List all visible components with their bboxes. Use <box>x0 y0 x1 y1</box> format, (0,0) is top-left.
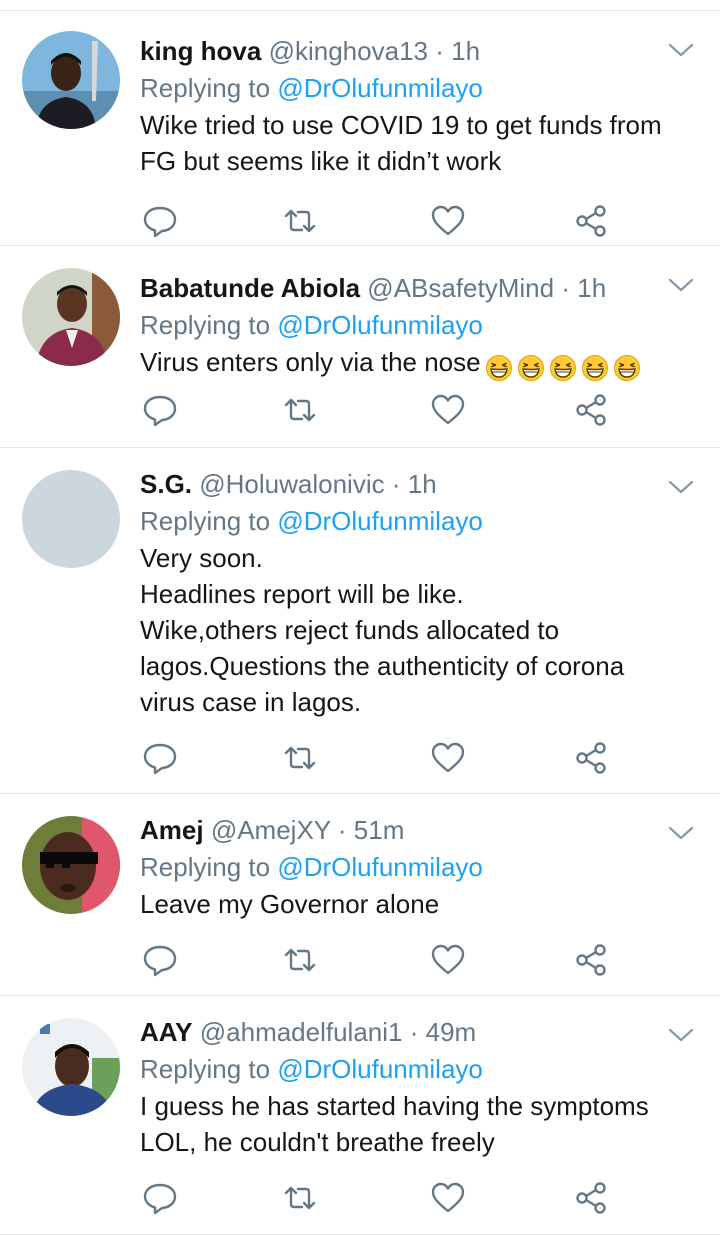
grinning-squinting-face-icon <box>581 355 608 382</box>
username[interactable]: @AmejXY <box>211 815 331 845</box>
retweet-icon[interactable] <box>282 1180 318 1216</box>
username[interactable]: @ahmadelfulani1 <box>200 1017 403 1047</box>
replying-to-label: Replying to <box>140 1054 271 1084</box>
tweet-text: Wike tried to use COVID 19 to get funds … <box>140 110 662 176</box>
replying-to-link[interactable]: @DrOlufunmilayo <box>277 506 483 536</box>
replying-to-label: Replying to <box>140 73 271 103</box>
tweet-actions <box>140 203 610 239</box>
share-icon[interactable] <box>574 1180 610 1216</box>
heart-icon[interactable] <box>430 1180 466 1216</box>
emoji-row <box>481 348 641 384</box>
reply-icon[interactable] <box>142 740 178 776</box>
grinning-squinting-face-icon <box>517 355 544 382</box>
reply-feed: king hova @kinghova13 · 1h Replying to @… <box>0 0 720 1235</box>
tweet-header: Amej @AmejXY · 51m <box>140 812 680 848</box>
tweet-actions <box>140 392 610 428</box>
retweet-icon[interactable] <box>282 942 318 978</box>
tweet-actions <box>140 942 610 978</box>
avatar[interactable] <box>22 816 120 914</box>
timestamp[interactable]: 49m <box>426 1017 477 1047</box>
tweet-header: king hova @kinghova13 · 1h <box>140 33 680 69</box>
share-icon[interactable] <box>574 740 610 776</box>
tweet-header: S.G. @Holuwalonivic · 1h <box>140 466 680 502</box>
separator-dot: · <box>391 469 401 499</box>
tweet-text: Very soon. Headlines report will be like… <box>140 543 625 717</box>
tweet[interactable]: Amej @AmejXY · 51m Replying to @DrOlufun… <box>0 794 720 996</box>
replying-to-label: Replying to <box>140 310 271 340</box>
separator-dot: · <box>561 273 571 303</box>
replying-to-line: Replying to @DrOlufunmilayo <box>140 502 680 540</box>
tweet-header: AAY @ahmadelfulani1 · 49m <box>140 1014 680 1050</box>
heart-icon[interactable] <box>430 203 466 239</box>
display-name[interactable]: Amej <box>140 815 204 845</box>
tweet-text-body: Virus enters only via the nose <box>140 347 481 377</box>
tweet-actions <box>140 1180 610 1216</box>
replying-to-line: Replying to @DrOlufunmilayo <box>140 306 680 344</box>
share-icon[interactable] <box>574 392 610 428</box>
share-icon[interactable] <box>574 942 610 978</box>
replying-to-line: Replying to @DrOlufunmilayo <box>140 1050 680 1088</box>
display-name[interactable]: S.G. <box>140 469 192 499</box>
grinning-squinting-face-icon <box>485 355 512 382</box>
retweet-icon[interactable] <box>282 392 318 428</box>
timestamp[interactable]: 1h <box>408 469 437 499</box>
avatar[interactable] <box>22 1018 120 1116</box>
separator-dot: · <box>435 36 444 66</box>
share-icon[interactable] <box>574 203 610 239</box>
display-name[interactable]: Babatunde Abiola <box>140 273 360 303</box>
replying-to-line: Replying to @DrOlufunmilayo <box>140 848 680 886</box>
timestamp[interactable]: 51m <box>354 815 405 845</box>
display-name[interactable]: king hova <box>140 36 261 66</box>
replying-to-label: Replying to <box>140 506 271 536</box>
replying-to-label: Replying to <box>140 852 271 882</box>
top-divider <box>0 0 720 11</box>
retweet-icon[interactable] <box>282 740 318 776</box>
tweet[interactable]: AAY @ahmadelfulani1 · 49m Replying to @D… <box>0 996 720 1235</box>
heart-icon[interactable] <box>430 392 466 428</box>
replying-to-link[interactable]: @DrOlufunmilayo <box>277 852 483 882</box>
tweet-text: Leave my Governor alone <box>140 889 440 919</box>
replying-to-link[interactable]: @DrOlufunmilayo <box>277 1054 483 1084</box>
username[interactable]: @ABsafetyMind <box>367 273 554 303</box>
tweet-text: I guess he has started having the sympto… <box>140 1091 649 1157</box>
tweet-actions <box>140 740 610 776</box>
replying-to-link[interactable]: @DrOlufunmilayo <box>277 310 483 340</box>
reply-icon[interactable] <box>142 203 178 239</box>
replying-to-line: Replying to @DrOlufunmilayo <box>140 69 680 107</box>
reply-icon[interactable] <box>142 392 178 428</box>
reply-icon[interactable] <box>142 1180 178 1216</box>
heart-icon[interactable] <box>430 740 466 776</box>
grinning-squinting-face-icon <box>549 355 576 382</box>
timestamp[interactable]: 1h <box>451 36 480 66</box>
tweet-header: Babatunde Abiola @ABsafetyMind · 1h <box>140 270 680 306</box>
avatar[interactable] <box>22 268 120 366</box>
tweet[interactable]: Babatunde Abiola @ABsafetyMind · 1h Repl… <box>0 246 720 448</box>
heart-icon[interactable] <box>430 942 466 978</box>
timestamp[interactable]: 1h <box>577 273 606 303</box>
grinning-squinting-face-icon <box>613 355 640 382</box>
replying-to-link[interactable]: @DrOlufunmilayo <box>277 73 483 103</box>
separator-dot: · <box>337 815 347 845</box>
retweet-icon[interactable] <box>282 203 318 239</box>
display-name[interactable]: AAY <box>140 1017 193 1047</box>
avatar[interactable] <box>22 470 120 568</box>
avatar[interactable] <box>22 31 120 129</box>
tweet[interactable]: S.G. @Holuwalonivic · 1h Replying to @Dr… <box>0 448 720 794</box>
tweet-text: Virus enters only via the nose <box>140 344 680 384</box>
username[interactable]: @Holuwalonivic <box>199 469 384 499</box>
username[interactable]: @kinghova13 <box>269 36 428 66</box>
tweet[interactable]: king hova @kinghova13 · 1h Replying to @… <box>0 11 720 246</box>
reply-icon[interactable] <box>142 942 178 978</box>
separator-dot: · <box>409 1017 419 1047</box>
